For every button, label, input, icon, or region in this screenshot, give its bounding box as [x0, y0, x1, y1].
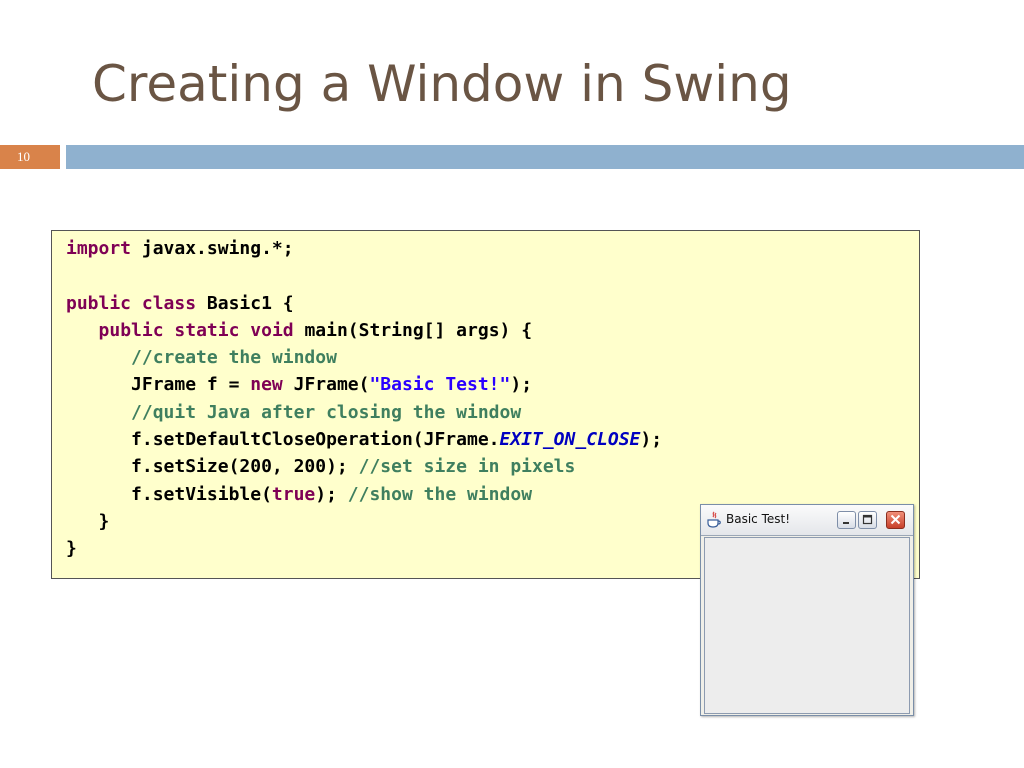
slide-number: 10 [17, 149, 30, 164]
code-text-segment: } [66, 538, 77, 560]
window-content-pane [704, 537, 910, 714]
code-keyword: public [98, 319, 164, 341]
swing-window[interactable]: Basic Test! [700, 504, 914, 716]
code-text: import javax.swing.*; public class Basic… [66, 235, 662, 563]
code-text-segment: f.setDefaultCloseOperation(JFrame. [131, 429, 500, 451]
java-icon [707, 511, 721, 528]
minimize-button[interactable] [837, 511, 856, 529]
code-keyword: void [250, 319, 294, 341]
code-comment: //quit Java after closing the window [131, 401, 522, 423]
code-keyword: static [174, 319, 240, 341]
code-string: "Basic Test!" [369, 374, 511, 396]
code-keyword: new [250, 374, 283, 396]
code-keyword: true [271, 483, 316, 505]
code-text-segment: main(String[] args) { [293, 319, 533, 341]
code-constant: EXIT_ON_CLOSE [499, 429, 641, 451]
code-keyword: import [66, 238, 132, 259]
code-text-segment: f.setVisible( [131, 483, 272, 505]
code-text-segment: Basic1 { [196, 292, 294, 314]
code-text-segment: ); [315, 483, 348, 505]
code-comment: //create the window [131, 347, 337, 369]
slide-number-badge [0, 145, 60, 169]
minimize-icon [843, 522, 849, 524]
code-comment: //show the window [347, 483, 533, 505]
slide-title: Creating a Window in Swing [92, 55, 792, 113]
close-button[interactable] [886, 511, 905, 529]
code-text-segment: } [98, 510, 110, 532]
code-comment: //set size in pixels [358, 456, 576, 478]
window-titlebar[interactable]: Basic Test! [701, 505, 913, 536]
code-text-segment: JFrame f = [131, 374, 251, 396]
code-text-segment: javax.swing.*; [131, 238, 294, 259]
window-title: Basic Test! [726, 512, 791, 526]
maximize-icon [862, 514, 873, 525]
maximize-button[interactable] [858, 511, 877, 529]
code-text-segment: ); [640, 429, 663, 451]
code-text-segment: ); [510, 374, 533, 396]
code-text-segment: f.setSize(200, 200); [131, 456, 359, 478]
code-keyword: class [141, 292, 197, 314]
code-keyword: public [66, 292, 132, 314]
header-bar [66, 145, 1024, 169]
code-text-segment: JFrame( [282, 374, 370, 396]
close-icon [890, 514, 901, 525]
